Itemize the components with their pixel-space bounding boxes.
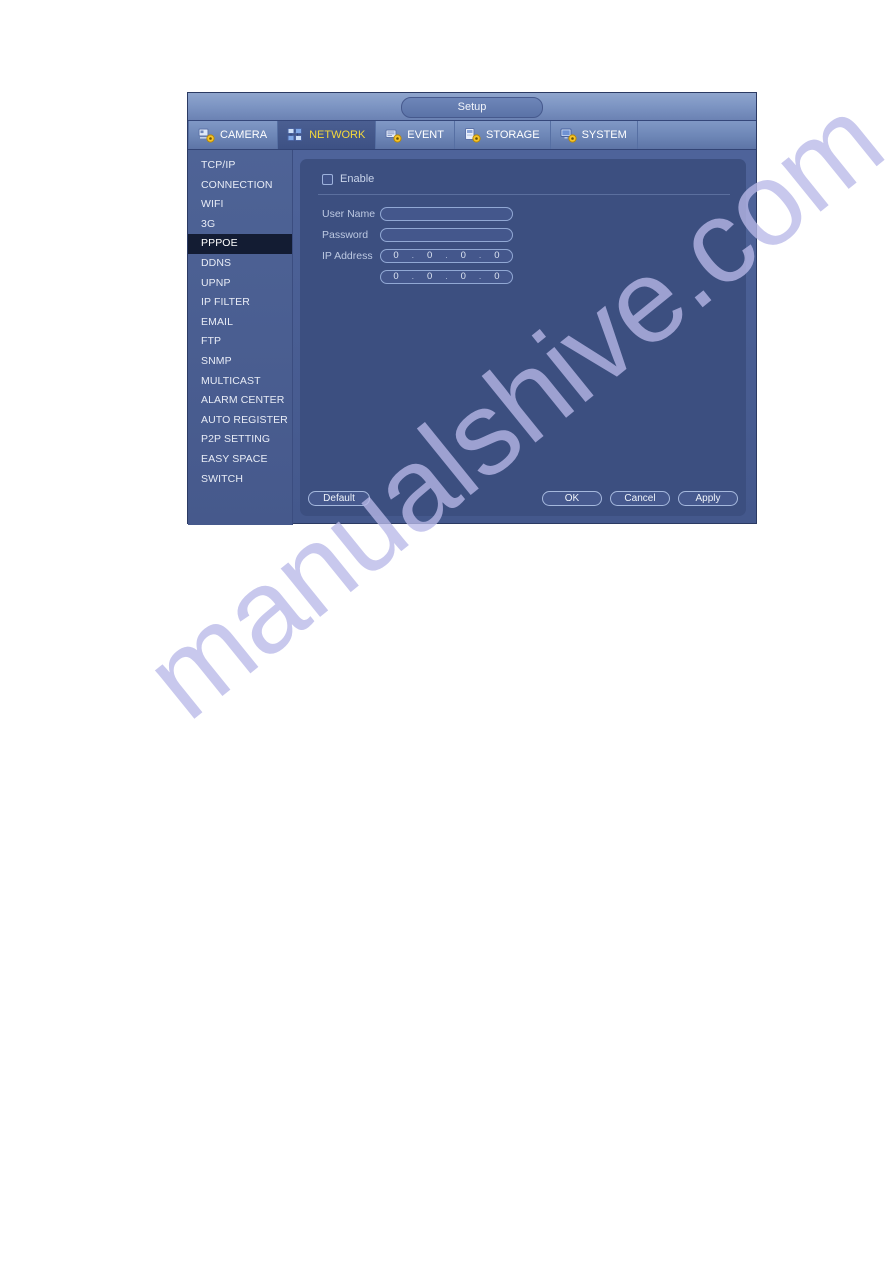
ip-separator: . bbox=[445, 250, 448, 261]
tab-label: CAMERA bbox=[220, 129, 268, 141]
tab-network[interactable]: NETWORK bbox=[278, 121, 377, 149]
cancel-button[interactable]: Cancel bbox=[610, 491, 670, 506]
ip-octet[interactable]: 0 bbox=[427, 271, 432, 283]
ip-octet[interactable]: 0 bbox=[494, 250, 499, 262]
tab-label: SYSTEM bbox=[581, 129, 627, 141]
ip-octet[interactable]: 0 bbox=[427, 250, 432, 262]
sidebar-item-switch[interactable]: SWITCH bbox=[188, 470, 292, 490]
ok-button[interactable]: OK bbox=[542, 491, 602, 506]
ip-separator: . bbox=[478, 271, 482, 282]
ip-address-row-2: 0. 0. 0. 0 bbox=[322, 267, 732, 287]
username-label: User Name bbox=[322, 208, 376, 220]
pppoe-settings-panel: Enable User Name Password IP Address 0.0… bbox=[300, 159, 746, 516]
section-divider bbox=[318, 194, 730, 195]
sidebar-item-upnp[interactable]: UPNP bbox=[188, 274, 292, 294]
storage-gear-icon bbox=[464, 127, 481, 143]
sidebar-item-multicast[interactable]: MULTICAST bbox=[188, 372, 292, 392]
ip-octet[interactable]: 0 bbox=[393, 271, 398, 283]
default-button[interactable]: Default bbox=[308, 491, 370, 506]
tab-storage[interactable]: STORAGE bbox=[455, 121, 551, 149]
window-titlebar: Setup bbox=[188, 93, 756, 121]
network-submenu-sidebar: TCP/IP CONNECTION WIFI 3G PPPOE DDNS UPNP IP FI… bbox=[188, 150, 293, 525]
ip-address-row-1: IP Address 0. 0. 0. 0 bbox=[322, 246, 732, 266]
sidebar-item-connection[interactable]: CONNECTION bbox=[188, 176, 292, 196]
sidebar-item-auto-register[interactable]: AUTO REGISTER bbox=[188, 411, 292, 431]
ip-octet[interactable]: 0 bbox=[393, 250, 398, 262]
sidebar-item-ddns[interactable]: DDNS bbox=[188, 254, 292, 274]
footer-action-group: OK Cancel Apply bbox=[542, 491, 738, 506]
enable-checkbox[interactable] bbox=[322, 173, 333, 185]
enable-label: Enable bbox=[340, 173, 375, 185]
ip-separator: . bbox=[445, 271, 448, 282]
ip-separator: . bbox=[411, 250, 415, 261]
sidebar-item-tcp-ip[interactable]: TCP/IP bbox=[188, 156, 292, 176]
sidebar-item-ftp[interactable]: FTP bbox=[188, 332, 292, 352]
password-input[interactable] bbox=[380, 228, 513, 242]
password-row: Password bbox=[322, 225, 732, 245]
ip-separator: . bbox=[478, 250, 482, 261]
sidebar-item-alarm-center[interactable]: ALARM CENTER bbox=[188, 391, 292, 411]
setup-window: Setup CAMERA NETWORK EVENT STORAGE SYSTEM TC… bbox=[187, 92, 757, 525]
sidebar-item-pppoe[interactable]: PPPOE bbox=[188, 234, 292, 254]
ip-address-label: IP Address bbox=[322, 250, 373, 262]
sidebar-item-ip-filter[interactable]: IP FILTER bbox=[188, 293, 292, 313]
event-gear-icon bbox=[385, 127, 402, 143]
network-icon bbox=[287, 127, 304, 143]
apply-button[interactable]: Apply bbox=[678, 491, 738, 506]
tab-label: NETWORK bbox=[309, 129, 366, 141]
tab-event[interactable]: EVENT bbox=[376, 121, 455, 149]
password-label: Password bbox=[322, 229, 369, 241]
tab-label: STORAGE bbox=[485, 129, 540, 141]
sidebar-item-wifi[interactable]: WIFI bbox=[188, 195, 292, 215]
tab-camera[interactable]: CAMERA bbox=[188, 121, 279, 149]
sidebar-item-snmp[interactable]: SNMP bbox=[188, 352, 292, 372]
content-wrapper: Enable User Name Password IP Address 0.0… bbox=[293, 150, 756, 525]
window-title: Setup bbox=[401, 97, 543, 118]
main-tab-bar: CAMERA NETWORK EVENT STORAGE SYSTEM bbox=[188, 121, 756, 150]
tab-label: EVENT bbox=[407, 129, 444, 141]
username-input[interactable] bbox=[380, 207, 513, 221]
ip-octet[interactable]: 0 bbox=[461, 250, 466, 262]
ip-address-input-1[interactable]: 0. 0. 0. 0 bbox=[380, 249, 513, 263]
enable-row[interactable]: Enable bbox=[322, 173, 732, 185]
ip-octet[interactable]: 0 bbox=[461, 271, 466, 283]
username-row: User Name bbox=[322, 204, 732, 224]
ip-address-input-2[interactable]: 0. 0. 0. 0 bbox=[380, 270, 513, 284]
window-body: TCP/IP CONNECTION WIFI 3G PPPOE DDNS UPNP IP FI… bbox=[188, 150, 756, 525]
sidebar-item-p2p-setting[interactable]: P2P SETTING bbox=[188, 430, 292, 450]
sidebar-item-easy-space[interactable]: EASY SPACE bbox=[188, 450, 292, 470]
ip-octet[interactable]: 0 bbox=[494, 271, 499, 283]
ip-separator: . bbox=[411, 271, 415, 282]
system-gear-icon bbox=[560, 127, 577, 143]
tab-system[interactable]: SYSTEM bbox=[551, 121, 638, 149]
sidebar-item-email[interactable]: EMAIL bbox=[188, 313, 292, 333]
camera-gear-icon bbox=[198, 127, 215, 143]
tab-bar-spacer bbox=[638, 121, 756, 149]
dialog-footer: Default OK Cancel Apply bbox=[308, 491, 738, 506]
sidebar-item-3g[interactable]: 3G bbox=[188, 215, 292, 235]
